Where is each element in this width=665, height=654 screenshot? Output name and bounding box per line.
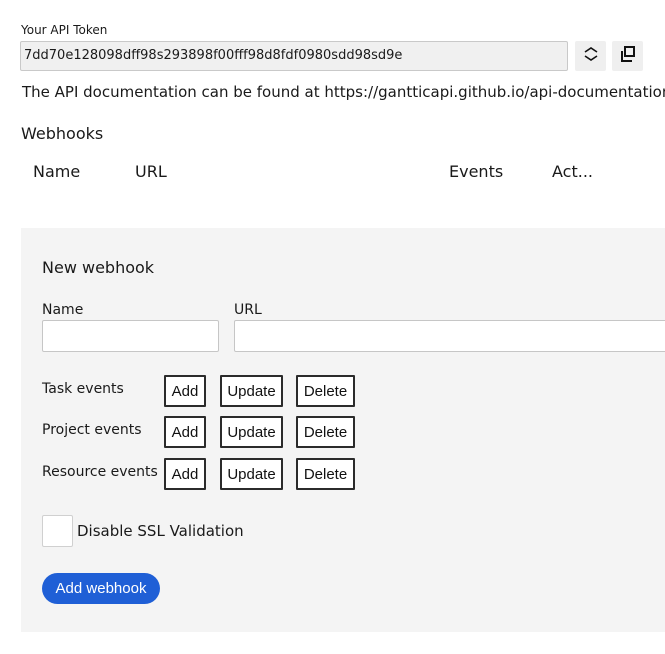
api-documentation-text: The API documentation can be found at ht… (22, 83, 665, 101)
api-token-field[interactable]: 7dd70e128098dff98s293898f00fff98d8fdf098… (20, 41, 568, 71)
webhook-name-input[interactable] (42, 320, 219, 352)
webhook-url-label: URL (234, 302, 262, 318)
disable-ssl-label: Disable SSL Validation (77, 522, 244, 540)
project-events-label: Project events (42, 422, 142, 438)
regenerate-token-button[interactable] (575, 41, 606, 71)
task-update-button[interactable]: Update (220, 375, 283, 407)
new-webhook-title: New webhook (42, 258, 155, 277)
refresh-icon (581, 45, 601, 67)
task-add-button[interactable]: Add (164, 375, 206, 407)
add-webhook-button[interactable]: Add webhook (42, 573, 160, 604)
column-header-events: Events (449, 162, 504, 181)
task-events-label: Task events (42, 381, 124, 397)
column-header-name: Name (33, 162, 81, 181)
project-delete-button[interactable]: Delete (296, 416, 355, 448)
column-header-actions: Act... (552, 162, 593, 181)
task-delete-button[interactable]: Delete (296, 375, 355, 407)
resource-update-button[interactable]: Update (220, 458, 283, 490)
column-header-url: URL (135, 162, 167, 181)
project-add-button[interactable]: Add (164, 416, 206, 448)
resource-events-label: Resource events (42, 464, 158, 480)
webhooks-title: Webhooks (21, 124, 104, 143)
resource-delete-button[interactable]: Delete (296, 458, 355, 490)
webhook-url-input[interactable] (234, 320, 665, 352)
resource-add-button[interactable]: Add (164, 458, 206, 490)
api-token-label: Your API Token (21, 23, 108, 37)
project-update-button[interactable]: Update (220, 416, 283, 448)
copy-icon (619, 45, 637, 67)
disable-ssl-checkbox[interactable] (42, 515, 73, 547)
webhook-name-label: Name (42, 302, 84, 318)
copy-token-button[interactable] (612, 41, 643, 71)
